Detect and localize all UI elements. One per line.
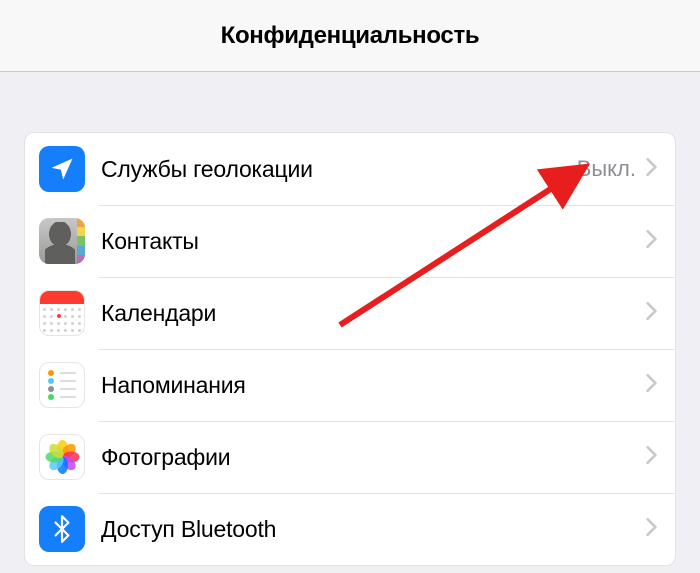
page-title: Конфиденциальность xyxy=(221,22,480,50)
row-calendars[interactable]: Календари xyxy=(25,277,675,349)
row-label: Календари xyxy=(101,300,646,327)
bluetooth-icon xyxy=(39,506,85,552)
row-bluetooth[interactable]: Доступ Bluetooth xyxy=(25,493,675,565)
row-photos[interactable]: Фотографии xyxy=(25,421,675,493)
chevron-right-icon xyxy=(646,446,657,469)
chevron-right-icon xyxy=(646,374,657,397)
row-location-services[interactable]: Службы геолокации Выкл. xyxy=(25,133,675,205)
settings-group: Службы геолокации Выкл. Контакты Календа… xyxy=(24,132,676,566)
location-arrow-icon xyxy=(39,146,85,192)
row-reminders[interactable]: Напоминания xyxy=(25,349,675,421)
chevron-right-icon xyxy=(646,518,657,541)
row-contacts[interactable]: Контакты xyxy=(25,205,675,277)
chevron-right-icon xyxy=(646,302,657,325)
navigation-bar: Конфиденциальность xyxy=(0,0,700,72)
row-label: Службы геолокации xyxy=(101,156,577,183)
row-label: Доступ Bluetooth xyxy=(101,516,646,543)
chevron-right-icon xyxy=(646,230,657,253)
row-label: Контакты xyxy=(101,228,646,255)
row-label: Напоминания xyxy=(101,372,646,399)
chevron-right-icon xyxy=(646,158,657,181)
reminders-icon xyxy=(39,362,85,408)
row-value: Выкл. xyxy=(577,156,636,182)
row-label: Фотографии xyxy=(101,444,646,471)
contacts-icon xyxy=(39,218,85,264)
photos-icon xyxy=(39,434,85,480)
calendar-icon xyxy=(39,290,85,336)
